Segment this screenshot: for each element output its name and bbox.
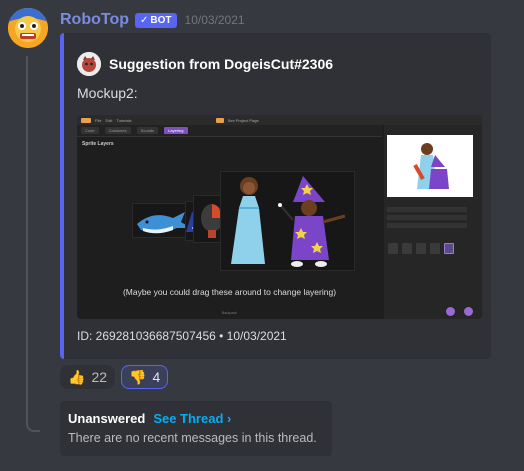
thread-empty-text: There are no recent messages in this thr… (68, 431, 317, 445)
share-button (215, 117, 224, 123)
reaction-count: 4 (152, 369, 161, 385)
editor-stage-panel (384, 125, 482, 319)
tab-code: Code (81, 127, 99, 134)
reaction-thumbs-up[interactable]: 👍 22 (60, 365, 116, 389)
message-header: RoboTop ✓ BOT 10/03/2021 (60, 10, 245, 30)
editor-tabs: Code Costumes Sounds Layering (77, 125, 382, 137)
tab-sounds: Sounds (136, 127, 159, 134)
reaction-thumbs-down[interactable]: 👎 4 (121, 365, 169, 389)
editor-menu-bar: File Edit Tutorials See Project Page (77, 115, 482, 125)
thumbs-up-icon: 👍 (68, 368, 86, 385)
thread-header: Unanswered See Thread › (68, 411, 324, 426)
sprite-thumb-3 (416, 243, 426, 254)
menu-see-project-page: See Project Page (227, 117, 259, 123)
bot-badge-label: BOT (150, 14, 172, 26)
menu-tutorials: Tutorials (116, 117, 132, 123)
backpack-label: Backpack (221, 311, 238, 315)
menu-edit: Edit (105, 117, 113, 123)
tab-costumes: Costumes (104, 127, 131, 134)
checkmark-icon: ✓ (140, 14, 149, 26)
author-avatar (77, 52, 101, 76)
robotop-avatar[interactable] (8, 8, 48, 48)
characters-sprite-icon (231, 176, 346, 267)
robot-face-icon (8, 8, 48, 48)
add-sprite-button (446, 307, 455, 316)
mockup-caption: (Maybe you could drag these around to ch… (122, 287, 337, 297)
sprite-layers-title: Sprite Layers (82, 141, 114, 147)
sprite-info-panel (387, 207, 477, 237)
doge-avatar-icon (77, 52, 101, 76)
stage-characters-icon (413, 143, 449, 189)
embed-author-name: Suggestion from DogeisCut#2306 (109, 56, 334, 72)
embed-description: Mockup2: (77, 85, 138, 101)
username[interactable]: RoboTop (60, 11, 129, 29)
see-thread-link[interactable]: See Thread › (153, 411, 231, 426)
embed-mockup-image[interactable]: File Edit Tutorials See Project Page Cod… (77, 115, 482, 319)
embed-footer: ID: 269281036687507456 • 10/03/2021 (77, 329, 287, 343)
suggestion-embed: Suggestion from DogeisCut#2306 Mockup2: … (60, 33, 491, 359)
stage-preview (387, 135, 473, 197)
menu-file: File (95, 117, 102, 123)
thread-connector-line (26, 56, 40, 432)
bot-badge: ✓ BOT (135, 12, 177, 28)
add-backdrop-button (464, 307, 473, 316)
thumbs-down-icon: 👎 (129, 368, 147, 385)
reaction-count: 22 (91, 369, 108, 385)
editor-logo (81, 117, 91, 123)
embed-author: Suggestion from DogeisCut#2306 (77, 52, 333, 76)
message-timestamp[interactable]: 10/03/2021 (185, 13, 245, 27)
thread-status: Unanswered (68, 411, 146, 426)
sprite-thumb-selected (444, 243, 454, 254)
reactions-bar: 👍 22 👎 4 (60, 365, 169, 389)
sprite-thumb-4 (430, 243, 440, 254)
tab-layering: Layering (164, 127, 188, 134)
thread-preview[interactable]: Unanswered See Thread › There are no rec… (60, 401, 332, 456)
layer-card-characters (220, 171, 355, 271)
sprite-thumb-1 (388, 243, 398, 254)
sprite-thumb-2 (402, 243, 412, 254)
